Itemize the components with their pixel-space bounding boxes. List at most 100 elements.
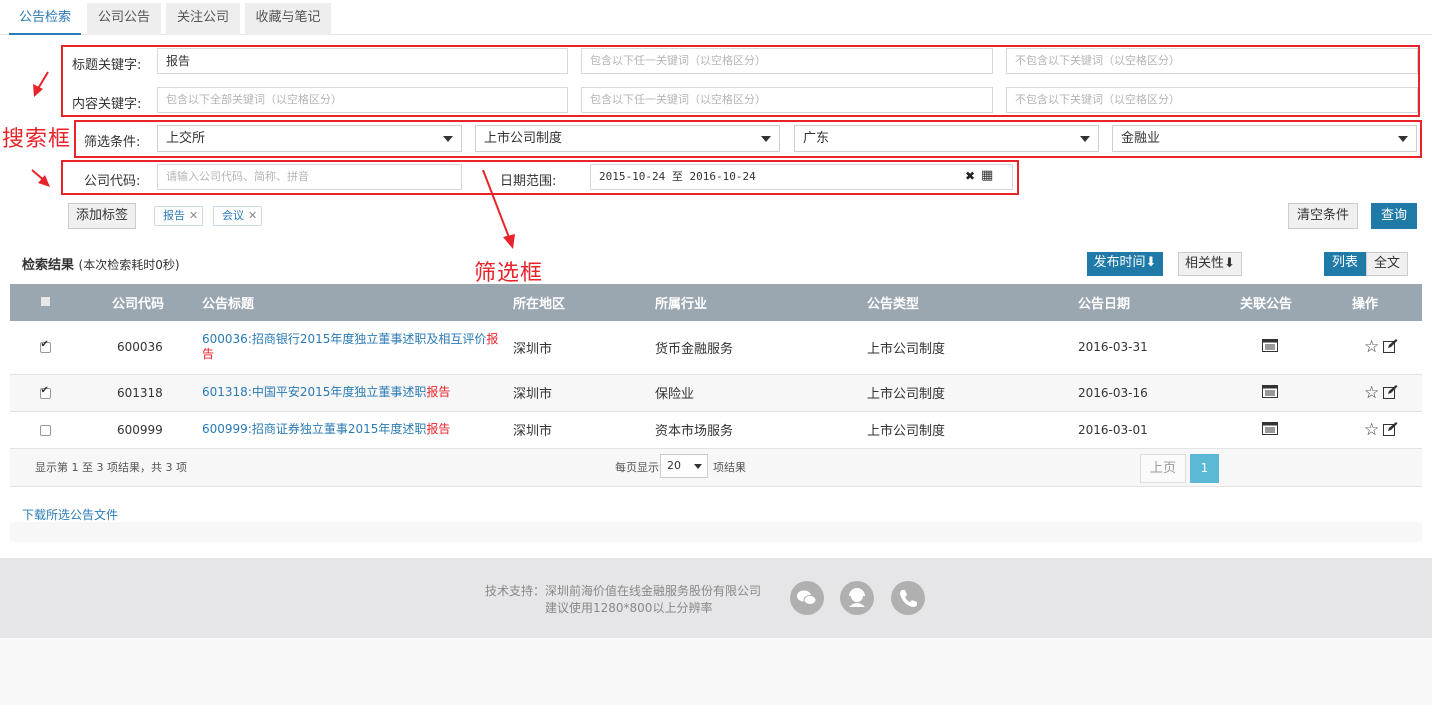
date-cell: 2016-03-01 (1078, 411, 1240, 449)
close-icon[interactable]: ✕ (189, 209, 198, 222)
arrow-down-right (31, 169, 50, 187)
col-related: 关联公告 (1240, 284, 1352, 321)
company-code-cell: 600999 (80, 411, 202, 449)
prev-page-button[interactable]: 上页 (1140, 454, 1186, 483)
title-highlight: 报告 (426, 422, 451, 436)
content-all-keyword-input[interactable]: 包含以下全部关键词（以空格区分） (157, 87, 568, 113)
actions-cell: ☆ (1352, 411, 1422, 449)
query-button[interactable]: 查询 (1371, 203, 1417, 229)
add-tag-button[interactable]: 添加标签 (68, 203, 136, 229)
edit-icon[interactable] (1383, 339, 1398, 354)
tab-company-announcements[interactable]: 公司公告 (87, 3, 161, 35)
wechat-icon[interactable] (790, 581, 824, 615)
select-all-header[interactable] (10, 284, 80, 321)
tab-followed-companies[interactable]: 关注公司 (166, 3, 240, 35)
title-keyword-input[interactable]: 报告 (157, 48, 568, 74)
tab-announcement-search[interactable]: 公告检索 (9, 3, 81, 35)
row-select-cell[interactable] (10, 411, 80, 449)
customer-service-icon[interactable] (840, 581, 874, 615)
row-checkbox[interactable] (39, 339, 51, 354)
exchange-select[interactable]: 上交所 (157, 125, 462, 152)
clear-date-icon[interactable]: ✖ (965, 169, 975, 183)
page-1-button[interactable]: 1 (1190, 454, 1219, 483)
related-announcement-icon[interactable] (1262, 384, 1278, 398)
title-code: 600999 (202, 422, 248, 436)
support-glyph (849, 588, 865, 607)
star-icon[interactable]: ☆ (1364, 383, 1379, 403)
footer-resolution-text: 建议使用1280*800以上分辨率 (545, 601, 713, 615)
title-text: :招商证券独立董事2015年度述职 (247, 422, 427, 436)
title-cell[interactable]: 601318:中国平安2015年度独立董事述职报告 (202, 374, 513, 412)
table-row[interactable]: 600036600036:招商银行2015年度独立董事述职及相互评价报告深圳市货… (10, 321, 1422, 375)
calendar-icon[interactable]: ▦ (981, 168, 993, 183)
per-page-prefix: 每页显示 (615, 461, 659, 474)
announcement-title-link[interactable]: 600999:招商证券独立董事2015年度述职报告 (202, 422, 450, 436)
content-exclude-keyword-input[interactable]: 不包含以下关键词（以空格区分） (1006, 87, 1418, 113)
row-select-cell[interactable] (10, 321, 80, 375)
title-exclude-keyword-input[interactable]: 不包含以下关键词（以空格区分） (1006, 48, 1418, 74)
clear-conditions-button[interactable]: 清空条件 (1288, 203, 1358, 229)
actions-cell: ☆ (1352, 374, 1422, 412)
industry-cell: 货币金融服务 (655, 321, 867, 375)
content-keyword-label: 内容关键字: (72, 97, 142, 112)
related-cell[interactable] (1240, 374, 1352, 412)
star-icon[interactable]: ☆ (1364, 337, 1379, 357)
close-icon[interactable]: ✕ (248, 209, 257, 222)
arrow-down-icon: ⬇ (1145, 255, 1157, 270)
footer-support-text: 技术支持：深圳前海价值在线金融服务股份有限公司 (485, 584, 762, 598)
company-code-cell: 601318 (80, 374, 202, 412)
per-page-value: 20 (667, 459, 681, 472)
content-any-keyword-input[interactable]: 包含以下任一关键词（以空格区分） (581, 87, 993, 113)
main-panel: 公告检索 公司公告 关注公司 收藏与笔记 搜索框 筛选框 标题关键字: 报告 包… (0, 0, 1432, 558)
title-cell[interactable]: 600999:招商证券独立董事2015年度述职报告 (202, 411, 513, 449)
region-select[interactable]: 广东 (794, 125, 1099, 152)
tag-report[interactable]: 报告 ✕ (154, 206, 204, 226)
date-range-input[interactable]: 2015-10-24 至 2016-10-24 (590, 164, 1013, 190)
related-announcement-icon[interactable] (1262, 339, 1278, 353)
table-row[interactable]: 600999 600999:招商证券独立董事2015年度述职报告 深圳市 资本市场服务… (10, 411, 1422, 449)
select-all-checkbox[interactable] (40, 297, 50, 306)
col-type: 公告类型 (867, 284, 1078, 321)
title-code: 601318 (202, 385, 248, 399)
title-keyword-label: 标题关键字: (72, 58, 142, 73)
sort-by-time-button[interactable]: 发布时间⬇ (1087, 252, 1163, 276)
phone-icon[interactable] (891, 581, 925, 615)
related-cell[interactable] (1240, 321, 1352, 375)
tab-favorites-notes[interactable]: 收藏与笔记 (245, 3, 331, 35)
view-list-button[interactable]: 列表 (1324, 252, 1366, 276)
company-code-input[interactable]: 请输入公司代码、简称、拼音 (157, 164, 462, 190)
col-title: 公告标题 (202, 284, 513, 321)
date-cell: 2016-03-31 (1078, 321, 1240, 375)
download-selected-link[interactable]: 下载所选公告文件 (22, 506, 118, 523)
tag-meeting[interactable]: 会议 ✕ (213, 206, 263, 226)
edit-icon[interactable] (1383, 384, 1398, 399)
results-subtitle: (本次检索耗时0秒) (78, 258, 180, 272)
star-icon[interactable]: ☆ (1364, 420, 1379, 440)
title-code: 600036 (202, 332, 248, 347)
row-checkbox[interactable] (39, 424, 51, 436)
view-fulltext-button[interactable]: 全文 (1366, 252, 1408, 276)
results-title-text: 检索结果 (22, 258, 75, 273)
footer: 技术支持：深圳前海价值在线金融服务股份有限公司 建议使用1280*800以上分辨… (0, 558, 1432, 638)
row-checkbox[interactable] (39, 385, 51, 399)
industry-value: 金融业 (1121, 131, 1161, 146)
announcement-title-link[interactable]: 601318:中国平安2015年度独立董事述职报告 (202, 385, 450, 399)
sort-by-relevance-button[interactable]: 相关性⬇ (1178, 252, 1242, 276)
related-cell[interactable] (1240, 411, 1352, 449)
edit-icon[interactable] (1383, 421, 1398, 436)
title-any-keyword-input[interactable]: 包含以下任一关键词（以空格区分） (581, 48, 993, 74)
industry-select[interactable]: 金融业 (1112, 125, 1417, 152)
announcement-title-link[interactable]: 600036:招商银行2015年度独立董事述职及相互评价报告 (202, 332, 498, 361)
row-select-cell[interactable] (10, 374, 80, 412)
bottom-strip (10, 522, 1422, 542)
per-page-select[interactable]: 20 (660, 454, 708, 478)
type-cell: 上市公司制度 (867, 321, 1078, 375)
table-row[interactable]: 601318601318:中国平安2015年度独立董事述职报告深圳市保险业上市公… (10, 374, 1422, 412)
category-select[interactable]: 上市公司制度 (475, 125, 780, 152)
region-cell: 深圳市 (513, 411, 655, 449)
region-cell: 深圳市 (513, 321, 655, 375)
related-announcement-icon[interactable] (1262, 421, 1278, 435)
search-box-annotation-label: 搜索框 (2, 127, 72, 152)
title-cell[interactable]: 600036:招商银行2015年度独立董事述职及相互评价报告 (202, 321, 513, 375)
company-code-label: 公司代码: (84, 174, 141, 189)
